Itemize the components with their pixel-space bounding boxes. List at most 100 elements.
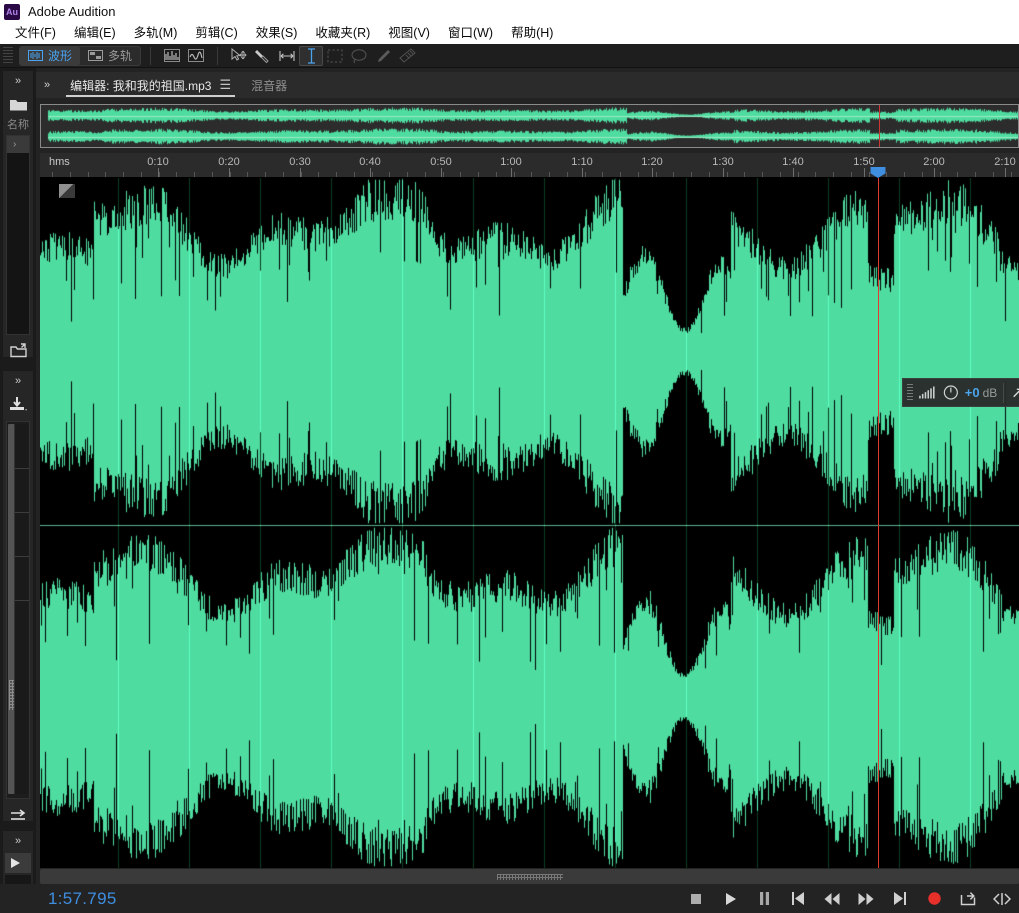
level-meter-icon[interactable]: [918, 385, 938, 401]
ruler-minor-tick: [407, 172, 408, 177]
hud-db-value[interactable]: +0: [965, 385, 980, 400]
menu-bar: 文件(F) 编辑(E) 多轨(M) 剪辑(C) 效果(S) 收藏夹(R) 视图(V) 窗口(W…: [0, 23, 1019, 44]
ruler-minor-tick: [443, 172, 444, 177]
menu-view[interactable]: 视图(V): [379, 23, 439, 44]
ruler-minor-tick: [638, 172, 639, 177]
menu-multitrack[interactable]: 多轨(M): [125, 23, 187, 44]
levels-panel-expand-button[interactable]: »: [3, 371, 33, 391]
files-list-item[interactable]: ›: [7, 136, 29, 153]
waveform-corner-handle[interactable]: [59, 184, 75, 198]
time-selection-range-button[interactable]: [275, 46, 299, 66]
tab-mixer-label: 混音器: [251, 78, 288, 93]
tab-mixer[interactable]: 混音器: [241, 72, 297, 98]
move-playhead-to-previous-button[interactable]: [789, 890, 807, 908]
left-rail: » 名称 › » »: [0, 68, 36, 913]
ruler-minor-tick: [922, 172, 923, 177]
ruler-label: 0:50: [430, 156, 452, 168]
transport-bar: 1:57.795: [0, 884, 1019, 913]
download-icon[interactable]: [3, 391, 33, 417]
loop-playback-button[interactable]: [959, 890, 977, 908]
zoom-scrollbar-grip[interactable]: [496, 874, 563, 880]
tab-editor-label: 编辑器: 我和我的祖国.mp3: [70, 78, 212, 93]
rewind-button[interactable]: [823, 890, 841, 908]
move-tool-button[interactable]: [227, 46, 251, 66]
app-logo-icon: Au: [4, 3, 20, 20]
toolbar-drag-grip[interactable]: [3, 46, 13, 65]
ruler-minor-tick: [727, 172, 728, 177]
ruler-minor-tick: [709, 172, 710, 177]
tab-menu-icon[interactable]: ☰: [219, 77, 231, 93]
multitrack-mode-button[interactable]: 多轨: [80, 47, 140, 65]
level-scale: [14, 424, 29, 794]
menu-effects[interactable]: 效果(S): [247, 23, 307, 44]
spot-healing-brush-tool-button[interactable]: [395, 46, 419, 66]
files-list-empty-area[interactable]: [7, 153, 29, 334]
tab-editor[interactable]: 编辑器: 我和我的祖国.mp3 ☰: [60, 72, 242, 98]
marquee-selection-tool-button[interactable]: [323, 46, 347, 66]
waveform-mode-label: 波形: [48, 49, 73, 63]
ruler-major-tick: [582, 168, 583, 177]
timeline-ruler[interactable]: hms 0:10 0:20 0:30 0:40 0:50 1:00 1:10 1:20 1:30…: [40, 153, 1019, 178]
menu-file[interactable]: 文件(F): [6, 23, 65, 44]
ruler-minor-tick: [318, 172, 319, 177]
ruler-label: 0:30: [289, 156, 311, 168]
waveform-display[interactable]: [40, 178, 1019, 868]
ruler-label: 1:10: [571, 156, 593, 168]
ruler-major-tick: [441, 168, 442, 177]
multitrack-mode-icon: [88, 50, 104, 61]
i-beam-cursor-icon: [307, 47, 315, 64]
playhead-marker[interactable]: [870, 167, 886, 178]
export-icon[interactable]: [3, 803, 33, 829]
time-selection-tool-button[interactable]: [299, 45, 324, 66]
ruler-minor-tick: [283, 172, 284, 177]
slip-tool-button[interactable]: [251, 46, 275, 66]
record-button[interactable]: [925, 890, 943, 908]
ruler-minor-tick: [585, 172, 586, 177]
ruler-minor-tick: [372, 172, 373, 177]
ruler-minor-tick: [425, 172, 426, 177]
zoom-amplitude-hud[interactable]: +0 dB: [902, 378, 1019, 407]
ruler-minor-tick: [691, 172, 692, 177]
spectral-frequency-icon: [164, 49, 181, 62]
pin-arrow-icon[interactable]: [1010, 385, 1019, 401]
levels-panel: »: [2, 370, 34, 822]
current-time-display[interactable]: 1:57.795: [48, 889, 117, 909]
overview-inner[interactable]: [41, 105, 1018, 147]
ruler-minor-tick: [869, 172, 870, 177]
stop-button[interactable]: [687, 890, 705, 908]
files-panel-expand-button[interactable]: »: [3, 71, 33, 91]
files-list[interactable]: ›: [6, 135, 30, 335]
menu-favorites[interactable]: 收藏夹(R): [306, 23, 379, 44]
slip-tool-icon: [255, 49, 269, 63]
tab-strip-expand-button[interactable]: »: [36, 79, 60, 91]
pause-button[interactable]: [755, 890, 773, 908]
menu-window[interactable]: 窗口(W): [439, 23, 502, 44]
import-file-icon[interactable]: [3, 337, 33, 363]
menu-edit[interactable]: 编辑(E): [65, 23, 125, 44]
waveform-overview-navigator[interactable]: [40, 104, 1019, 148]
menu-clip[interactable]: 剪辑(C): [186, 23, 246, 44]
hud-drag-grip[interactable]: [907, 383, 913, 402]
paintbrush-selection-tool-button[interactable]: [371, 46, 395, 66]
media-panel-expand-button[interactable]: »: [3, 831, 33, 851]
horizontal-zoom-scrollbar[interactable]: [40, 869, 1019, 884]
spectral-frequency-display-button[interactable]: [160, 46, 184, 66]
ruler-minor-tick: [230, 172, 231, 177]
clock-icon[interactable]: [943, 384, 959, 401]
move-playhead-to-next-button[interactable]: [891, 890, 909, 908]
fast-forward-button[interactable]: [857, 890, 875, 908]
folder-icon[interactable]: [3, 91, 33, 117]
ruler-major-tick: [370, 168, 371, 177]
play-button[interactable]: [721, 890, 739, 908]
media-play-button[interactable]: [5, 853, 31, 873]
menu-help[interactable]: 帮助(H): [502, 23, 562, 44]
level-meter-area[interactable]: [6, 421, 30, 799]
waveform-mode-button[interactable]: 波形: [20, 46, 81, 65]
spectral-pitch-display-button[interactable]: [184, 46, 208, 66]
waveform-editor[interactable]: +0 dB: [40, 178, 1019, 868]
lasso-selection-tool-button[interactable]: [347, 46, 371, 66]
ruler-major-tick: [1005, 168, 1006, 177]
hud-divider: [1003, 382, 1005, 403]
skip-selection-button[interactable]: [993, 890, 1011, 908]
ruler-label: 1:20: [641, 156, 663, 168]
